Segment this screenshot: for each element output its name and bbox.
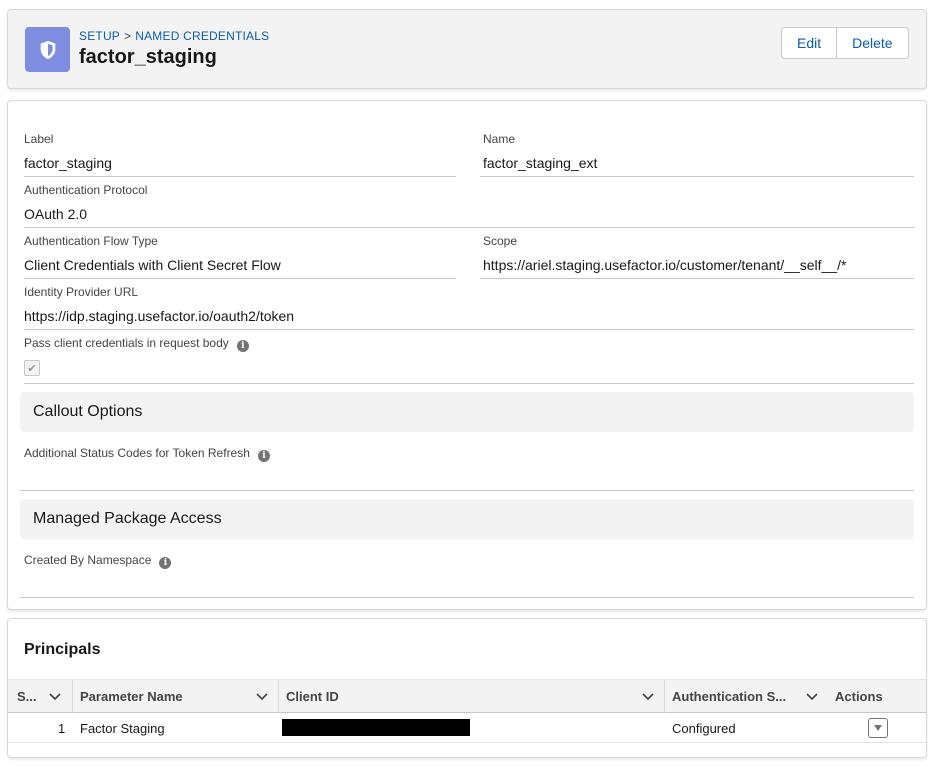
edit-button[interactable]: Edit — [782, 28, 837, 58]
breadcrumb: SETUP > NAMED CREDENTIALS — [79, 29, 269, 43]
column-label: S... — [17, 689, 37, 704]
column-header-actions: Actions — [835, 680, 915, 713]
field-label: Authentication Protocol — [24, 183, 148, 197]
breadcrumb-setup[interactable]: SETUP — [79, 29, 120, 43]
page-header: SETUP > NAMED CREDENTIALS factor_staging E… — [7, 9, 927, 89]
auth-flow-field: Authentication Flow Type Client Credenti… — [24, 234, 281, 273]
header-actions: Edit Delete — [781, 27, 909, 59]
label-field: Label factor_staging — [24, 132, 112, 171]
divider — [20, 490, 914, 491]
field-label: Name — [483, 132, 516, 146]
info-icon[interactable]: i — [257, 450, 270, 462]
chevron-down-icon[interactable] — [642, 690, 654, 702]
field-label: Created By Namespace i — [24, 553, 172, 569]
page-title: factor_staging — [79, 46, 217, 68]
principals-panel: Principals S... Parameter Name Client ID… — [7, 618, 927, 758]
column-label: Parameter Name — [80, 689, 183, 704]
field-label: Label — [24, 132, 54, 146]
cell-auth-status: Configured — [672, 720, 736, 736]
field-label: Authentication Flow Type — [24, 234, 158, 248]
pass-credentials-field: Pass client credentials in request body i — [24, 336, 249, 352]
column-header-auth-status[interactable]: Authentication S... — [672, 680, 828, 713]
auth-protocol-field: Authentication Protocol OAuth 2.0 — [24, 183, 147, 222]
field-label: Identity Provider URL — [24, 285, 139, 299]
column-label: Authentication S... — [672, 689, 787, 704]
name-field: Name factor_staging_ext — [483, 132, 597, 171]
field-value: https://ariel.staging.usefactor.io/custo… — [483, 257, 847, 273]
pass-credentials-label: Pass client credentials in request body — [24, 336, 229, 350]
info-icon[interactable]: i — [159, 557, 172, 569]
divider — [20, 597, 914, 598]
divider — [24, 278, 456, 279]
cell-sequence: 1 — [58, 720, 66, 736]
chevron-down-icon[interactable] — [49, 690, 61, 702]
divider — [480, 176, 914, 177]
divider — [24, 383, 914, 384]
field-value: factor_staging — [24, 155, 112, 171]
column-divider[interactable] — [278, 680, 279, 713]
field-value: https://idp.staging.usefactor.io/oauth2/… — [24, 308, 295, 324]
field-label: Pass client credentials in request body i — [24, 336, 249, 352]
breadcrumb-named-credentials[interactable]: NAMED CREDENTIALS — [135, 29, 269, 43]
details-panel: Label factor_staging Name factor_staging… — [7, 100, 927, 610]
cell-client-id-redacted — [282, 719, 470, 736]
divider — [24, 227, 914, 228]
table-header: S... Parameter Name Client ID Authentica… — [8, 679, 926, 713]
status-codes-label: Additional Status Codes for Token Refres… — [24, 446, 250, 460]
shield-icon — [25, 27, 70, 72]
column-header-parameter-name[interactable]: Parameter Name — [80, 680, 278, 713]
column-divider[interactable] — [72, 680, 73, 713]
field-label: Scope — [483, 234, 518, 248]
status-codes-field: Additional Status Codes for Token Refres… — [24, 446, 270, 462]
divider — [24, 329, 914, 330]
field-value: factor_staging_ext — [483, 155, 598, 171]
column-header-client-id[interactable]: Client ID — [286, 680, 664, 713]
column-label: Actions — [835, 689, 883, 704]
divider — [24, 176, 456, 177]
column-header-sequence[interactable]: S... — [17, 680, 71, 713]
chevron-down-icon[interactable] — [806, 690, 818, 702]
delete-button[interactable]: Delete — [836, 28, 908, 58]
chevron-down-icon — [874, 725, 882, 731]
managed-package-header: Managed Package Access — [20, 499, 914, 539]
namespace-field: Created By Namespace i — [24, 553, 172, 569]
principals-title: Principals — [24, 641, 101, 658]
field-value: OAuth 2.0 — [24, 206, 88, 222]
field-label: Additional Status Codes for Token Refres… — [24, 446, 270, 462]
breadcrumb-separator: > — [124, 29, 132, 43]
row-actions-button[interactable] — [868, 718, 888, 738]
divider — [480, 278, 914, 279]
info-icon[interactable]: i — [236, 340, 249, 352]
pass-credentials-checkbox: ✔ — [24, 360, 40, 376]
namespace-label: Created By Namespace — [24, 553, 152, 567]
scope-field: Scope https://ariel.staging.usefactor.io… — [483, 234, 846, 273]
field-value: Client Credentials with Client Secret Fl… — [24, 257, 281, 273]
table-row: 1 Factor Staging Configured — [8, 713, 926, 743]
idp-url-field: Identity Provider URL https://idp.stagin… — [24, 285, 294, 324]
cell-parameter-name: Factor Staging — [80, 720, 165, 736]
column-label: Client ID — [286, 689, 339, 704]
callout-options-header: Callout Options — [20, 392, 914, 432]
chevron-down-icon[interactable] — [256, 690, 268, 702]
column-divider[interactable] — [664, 680, 665, 713]
